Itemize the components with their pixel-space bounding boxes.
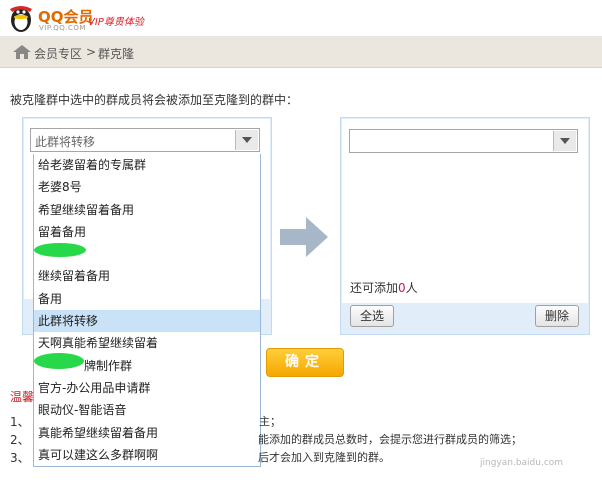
dropdown-option[interactable]: 老婆8号 [34, 176, 260, 198]
confirm-button[interactable]: 确定 [266, 348, 344, 377]
home-icon[interactable] [12, 44, 32, 60]
remaining-count-suffix: 人 [405, 281, 418, 295]
select-all-button[interactable]: 全选 [350, 305, 394, 327]
chevron-down-icon [560, 138, 570, 144]
logo-subtext: VIP.QQ.COM [39, 24, 86, 32]
breadcrumb-current: 群克隆 [98, 47, 135, 61]
source-group-dropdown-list[interactable]: 给老婆留着的专属群 老婆8号 希望继续留着备用 留着备用 继续留着备用 备用 此… [33, 154, 261, 468]
intro-text: 被克隆群中选中的群成员将会被添加至克隆到的群中： [10, 93, 299, 107]
dropdown-option[interactable]: 继续留着备用 [34, 265, 260, 287]
redaction-scribble [34, 353, 84, 369]
dropdown-option[interactable]: 希望继续留着备用 [34, 199, 260, 221]
tip-number: 3、 [10, 451, 30, 465]
dropdown-option[interactable]: 官方-办公用品申请群 [34, 377, 260, 399]
tip-text: 能添加的群成员总数时，会提示您进行群成员的筛选； [258, 433, 522, 446]
dropdown-option[interactable]: 留着备用 [34, 221, 260, 243]
delete-button[interactable]: 删除 [535, 305, 579, 327]
remaining-count-prefix: 还可添加 [350, 281, 399, 295]
dropdown-option[interactable]: 真可以建这么多群啊啊 [34, 444, 260, 466]
dropdown-toggle[interactable] [235, 130, 258, 150]
transfer-arrow-icon [280, 217, 328, 257]
breadcrumb-separator: > [86, 45, 97, 59]
remaining-count-value: 0 [398, 281, 406, 295]
dropdown-option[interactable]: 天啊真能希望继续留着 [34, 332, 260, 354]
source-group-select[interactable]: 此群将转移 [30, 128, 260, 152]
dropdown-option[interactable]: 给老婆留着的专属群 [34, 154, 260, 176]
watermark: jingyan.baidu.com [480, 458, 564, 468]
qq-penguin-logo-icon [10, 6, 32, 32]
tip-text: 后才会加入到克隆到的群。 [258, 451, 390, 464]
source-group-select-value: 此群将转移 [35, 135, 96, 149]
tip-number: 2、 [10, 433, 30, 447]
dropdown-option[interactable]: 眼动仪-智能语音 [34, 399, 260, 421]
dropdown-toggle[interactable] [553, 131, 576, 151]
tips-title: 温馨 [10, 390, 35, 404]
tip-number: 1、 [10, 415, 30, 429]
tip-text: 主； [259, 415, 281, 428]
chevron-down-icon [242, 137, 252, 143]
dropdown-option-selected[interactable]: 此群将转移 [34, 310, 260, 333]
breadcrumb-home-link[interactable]: 会员专区 [34, 45, 82, 62]
dropdown-option[interactable]: 备用 [34, 288, 260, 310]
target-group-select[interactable] [349, 129, 578, 153]
dropdown-option[interactable]: 真能希望继续留着备用 [34, 422, 260, 444]
redaction-scribble [34, 243, 86, 257]
remaining-count: 还可添加0人 [350, 279, 418, 296]
logo-slogan: VIP尊贵体验 [88, 17, 144, 28]
